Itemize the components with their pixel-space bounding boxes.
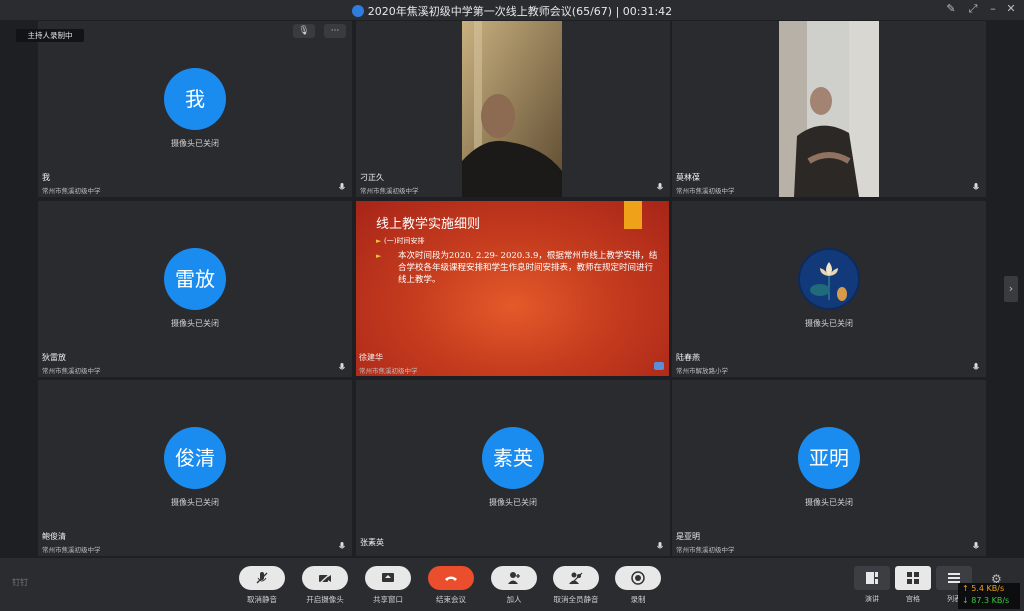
brand-logo: 钉钉 — [12, 578, 28, 587]
more-button[interactable]: ··· — [324, 24, 346, 38]
participant-org: 常州市焦溪初级中学 — [42, 546, 101, 554]
participant-name: 鲍俊清 — [42, 532, 66, 541]
bullet-arrow-icon: ► — [376, 237, 382, 245]
avatar-lotus-image — [798, 248, 860, 310]
edit-icon[interactable]: ✎ — [944, 2, 958, 16]
camera-off-label: 摄像头已关闭 — [489, 498, 537, 507]
unmute-button[interactable] — [239, 566, 285, 590]
slide-title: 线上教学实施细则 — [376, 217, 481, 232]
slide-accent-bar — [624, 201, 642, 229]
participant-tile[interactable]: 雷放 摄像头已关闭 狄雷放 常州市焦溪初级中学 — [38, 201, 352, 377]
close-button[interactable]: ✕ — [1004, 2, 1018, 16]
upload-arrow-icon: ↑ — [962, 584, 972, 593]
camera-off-icon — [318, 572, 332, 585]
download-speed: ↓ 87.3 KB/s — [962, 595, 1020, 607]
avatar: 素英 — [482, 427, 544, 489]
participant-org: 常州市焦溪初级中学 — [360, 187, 419, 195]
participant-tile[interactable]: 俊清 摄像头已关闭 鲍俊清 常州市焦溪初级中学 — [38, 380, 352, 556]
window-title-wrap: 2020年焦溪初级中学第一次线上教师会议(65/67) | 00:31:42 — [0, 3, 1024, 19]
participant-name: 莫林葆 — [676, 173, 700, 182]
camera-off-label: 摄像头已关闭 — [171, 498, 219, 507]
participant-org: 常州市焦溪初级中学 — [676, 187, 735, 195]
grid-view-button[interactable] — [895, 566, 931, 590]
avatar: 雷放 — [164, 248, 226, 310]
slide-bullet: (一)时间安排 — [384, 237, 425, 245]
mic-icon — [973, 363, 979, 371]
fullscreen-icon[interactable]: ⤢ — [966, 2, 980, 16]
participant-name: 徐建华 — [359, 353, 383, 362]
camera-off-label: 摄像头已关闭 — [171, 319, 219, 328]
minimize-button[interactable]: – — [986, 2, 1000, 16]
mute-all-icon — [569, 572, 583, 585]
participant-name: 刁正久 — [360, 173, 384, 182]
window-title: 2020年焦溪初级中学第一次线上教师会议(65/67) | 00:31:42 — [367, 5, 673, 18]
add-person-icon — [508, 572, 520, 584]
participant-org: 常州市焦溪初级中学 — [42, 187, 101, 195]
participant-name: 我 — [42, 173, 50, 182]
meeting-toolbar: 钉钉 取消静音 开启摄像头 共享窗口 结束会议 加人 取消全员静音 录制 演讲 … — [0, 558, 1024, 611]
upload-speed: ↑ 5.4 KB/s — [962, 583, 1020, 595]
camera-off-label: 摄像头已关闭 — [171, 139, 219, 148]
participant-tile[interactable]: 我 摄像头已关闭 我 常州市焦溪初级中学 — [38, 21, 352, 197]
bullet-arrow-icon: ► — [376, 252, 382, 260]
avatar: 我 — [164, 68, 226, 130]
participant-org: 常州市焦溪初级中学 — [42, 367, 101, 375]
mic-icon — [973, 542, 979, 550]
screen-share-icon — [654, 362, 664, 370]
participant-tile[interactable]: 摄像头已关闭 陆春燕 常州市解放路小学 — [672, 201, 986, 377]
mic-icon — [339, 363, 345, 371]
participant-tile[interactable]: 刁正久 常州市焦溪初级中学 — [356, 21, 670, 197]
add-person-button[interactable] — [491, 566, 537, 590]
share-screen-icon — [382, 573, 394, 582]
mic-icon — [973, 183, 979, 191]
grid-view-icon — [907, 572, 919, 584]
avatar: 俊清 — [164, 427, 226, 489]
participant-tile[interactable]: 亚明 摄像头已关闭 是亚明 常州市焦溪初级中学 — [672, 380, 986, 556]
slide-paragraph: 本次时间段为2020. 2.29- 2020.3.9，根据常州市线上教学安排，结… — [398, 251, 658, 285]
record-label: 录制 — [630, 595, 646, 604]
participant-org: 常州市焦溪初级中学 — [359, 367, 418, 375]
network-speed-panel: ↑ 5.4 KB/s ↓ 87.3 KB/s — [958, 583, 1020, 609]
mic-muted-icon — [339, 183, 345, 191]
mic-icon — [339, 542, 345, 550]
end-meeting-button[interactable] — [428, 566, 474, 590]
camera-off-label: 摄像头已关闭 — [805, 498, 853, 507]
share-window-button[interactable] — [365, 566, 411, 590]
participant-org: 常州市解放路小学 — [676, 367, 728, 375]
upload-speed-value: 5.4 KB/s — [971, 584, 1005, 593]
record-icon — [631, 571, 645, 585]
lock-icon — [351, 5, 364, 17]
video-feed — [779, 21, 879, 197]
grid-view-label: 宫格 — [906, 595, 920, 603]
participant-name: 狄雷放 — [42, 353, 66, 362]
title-bar: 2020年焦溪初级中学第一次线上教师会议(65/67) | 00:31:42 ✎… — [0, 0, 1024, 20]
speaker-mic-icon[interactable]: 🎙 — [293, 24, 315, 38]
camera-off-label: 摄像头已关闭 — [805, 319, 853, 328]
hangup-icon — [445, 576, 457, 581]
avatar: 亚明 — [798, 427, 860, 489]
mic-muted-icon — [256, 572, 268, 584]
speaker-view-icon — [866, 572, 878, 584]
participant-name: 陆春燕 — [676, 353, 700, 362]
recording-tag: 主持人录制中 — [16, 29, 84, 42]
download-speed-value: 87.3 KB/s — [971, 596, 1010, 605]
participant-tile[interactable]: 素英 摄像头已关闭 张素英 — [356, 380, 670, 556]
unmute-all-button[interactable] — [553, 566, 599, 590]
speaker-view-label: 演讲 — [865, 595, 879, 603]
mic-icon — [657, 183, 663, 191]
camera-button[interactable] — [302, 566, 348, 590]
record-button[interactable] — [615, 566, 661, 590]
participant-org: 常州市焦溪初级中学 — [676, 546, 735, 554]
shared-slide: 线上教学实施细则 ► (一)时间安排 ► 本次时间段为2020. 2.29- 2… — [356, 201, 669, 376]
mic-icon — [657, 542, 663, 550]
download-arrow-icon: ↓ — [962, 596, 972, 605]
participant-name: 是亚明 — [676, 532, 700, 541]
participant-name: 张素英 — [360, 538, 384, 547]
participant-tile[interactable]: 莫林葆 常州市焦溪初级中学 — [672, 21, 986, 197]
speaker-view-button[interactable] — [854, 566, 890, 590]
video-feed — [462, 21, 562, 197]
next-page-arrow-icon[interactable]: › — [1004, 276, 1018, 302]
